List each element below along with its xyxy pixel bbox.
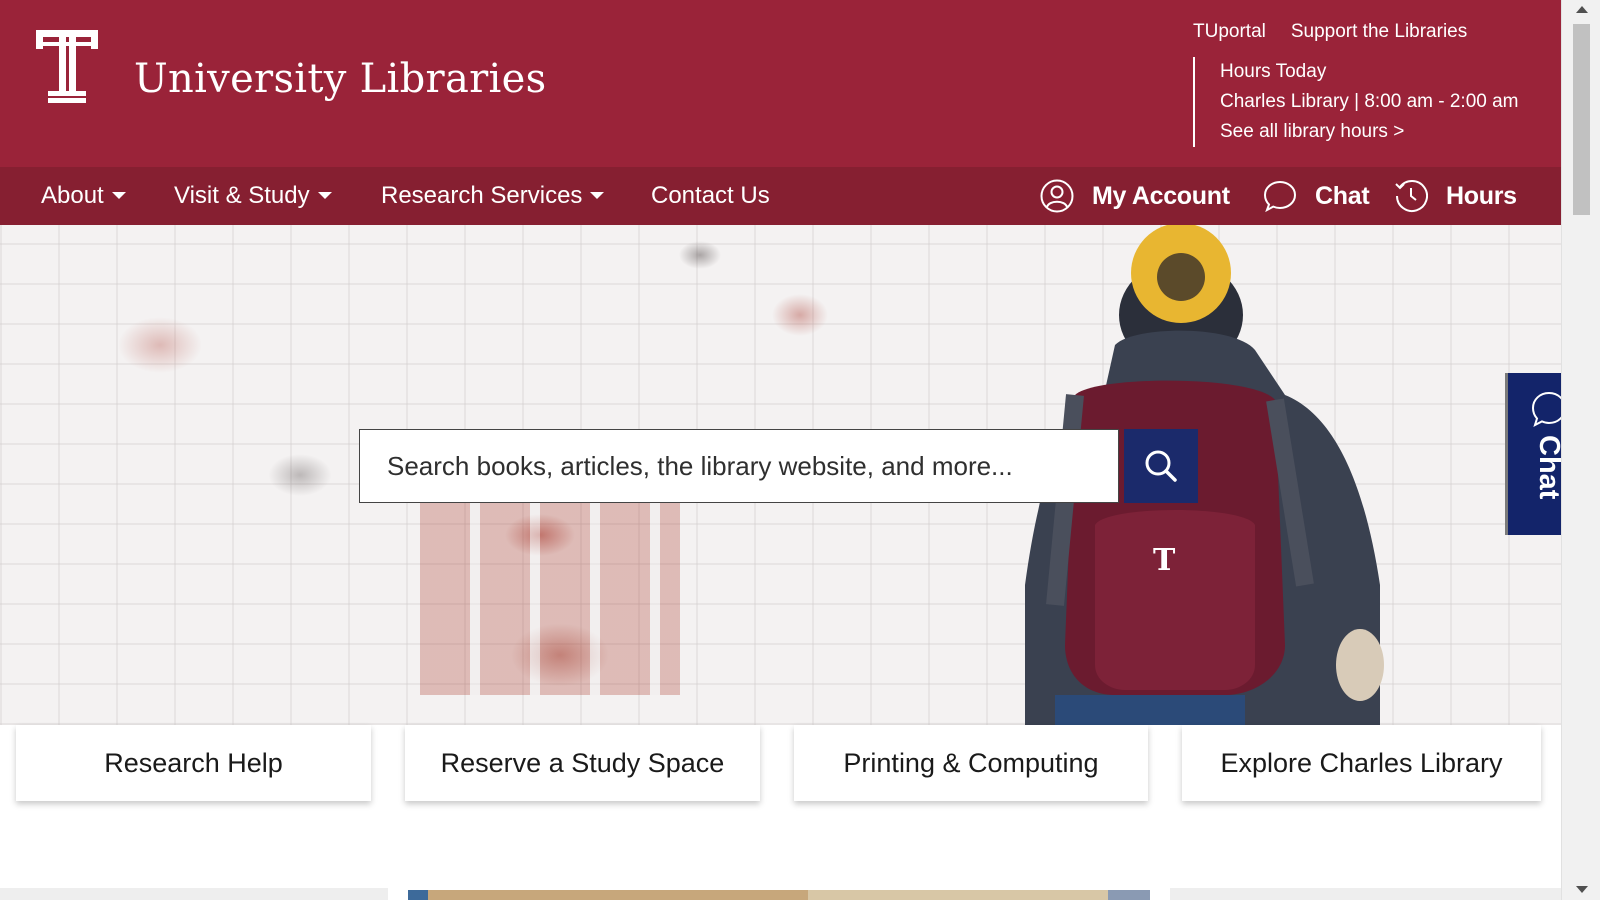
hours-heading: Hours Today: [1220, 61, 1327, 82]
nav-item-research-services[interactable]: Research Services: [381, 167, 605, 225]
site-header: University Libraries TUportal Support th…: [0, 0, 1561, 167]
quick-link-explore-charles-library[interactable]: Explore Charles Library: [1182, 725, 1541, 801]
speech-bubble-icon: [1263, 180, 1297, 213]
my-account-label: My Account: [1092, 181, 1230, 210]
main-nav: About Visit & Study Research Services Co…: [0, 167, 1561, 225]
svg-text:T: T: [1153, 543, 1176, 578]
next-section-image: [408, 890, 1150, 900]
scroll-up-arrow-icon[interactable]: [1576, 6, 1588, 13]
caret-down-icon: [111, 191, 126, 199]
nav-item-about[interactable]: About: [41, 167, 126, 225]
search-box: [359, 429, 1119, 503]
search-icon: [1145, 450, 1177, 482]
hours-today: Hours Today Charles Library | 8:00 am - …: [1193, 57, 1519, 147]
scroll-thumb[interactable]: [1573, 24, 1590, 215]
my-account-link[interactable]: My Account: [1040, 167, 1230, 225]
hours-label: Hours: [1446, 181, 1517, 210]
nav-item-label: Visit & Study: [174, 182, 310, 209]
nav-item-contact-us[interactable]: Contact Us: [651, 167, 770, 225]
scroll-down-arrow-icon[interactable]: [1576, 886, 1588, 893]
quick-link-printing-computing[interactable]: Printing & Computing: [794, 725, 1148, 801]
all-hours-link[interactable]: See all library hours >: [1220, 121, 1404, 142]
nav-item-label: About: [41, 182, 104, 209]
hours-link[interactable]: Hours: [1394, 167, 1517, 225]
user-circle-icon: [1040, 179, 1074, 213]
tuportal-link[interactable]: TUportal: [1193, 21, 1266, 43]
site-title[interactable]: University Libraries: [134, 56, 546, 102]
nav-item-visit-study[interactable]: Visit & Study: [174, 167, 332, 225]
quick-link-label: Reserve a Study Space: [440, 747, 725, 778]
quick-link-research-help[interactable]: Research Help: [16, 725, 371, 801]
quick-link-reserve-study-space[interactable]: Reserve a Study Space: [405, 725, 760, 801]
quick-link-label: Printing & Computing: [843, 747, 1099, 778]
hours-detail: Charles Library | 8:00 am - 2:00 am: [1220, 91, 1519, 112]
caret-down-icon: [317, 191, 332, 199]
page-scrollbar[interactable]: [1561, 0, 1600, 900]
nav-item-label: Contact Us: [651, 182, 770, 209]
temple-t-logo[interactable]: [34, 28, 100, 104]
caret-down-icon: [590, 191, 605, 199]
clock-icon: [1395, 180, 1428, 212]
nav-item-label: Research Services: [381, 182, 583, 209]
chat-label: Chat: [1315, 181, 1370, 210]
quick-link-label: Research Help: [104, 747, 283, 778]
search-input[interactable]: [360, 430, 1118, 502]
quick-link-label: Explore Charles Library: [1220, 747, 1503, 778]
brick-pattern: [420, 495, 680, 695]
page: University Libraries TUportal Support th…: [0, 0, 1561, 900]
utility-links: TUportal Support the Libraries: [1193, 21, 1467, 43]
support-libraries-link[interactable]: Support the Libraries: [1291, 21, 1467, 43]
search-button[interactable]: [1124, 429, 1198, 503]
chat-link[interactable]: Chat: [1263, 167, 1370, 225]
